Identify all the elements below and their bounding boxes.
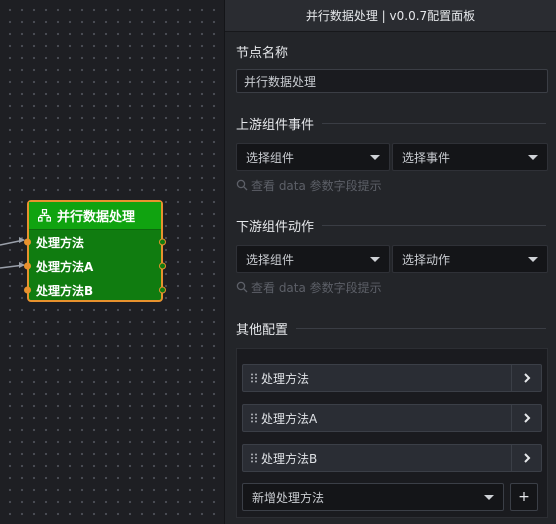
- select-value: 选择组件: [246, 150, 295, 165]
- chevron-down-icon: [370, 257, 380, 262]
- other-config-section-label: 其他配置: [236, 320, 546, 338]
- node-name-input[interactable]: 并行数据处理: [236, 69, 548, 93]
- output-port[interactable]: [159, 238, 166, 246]
- other-config-label-text: 其他配置: [236, 322, 289, 338]
- drag-handle-icon[interactable]: [250, 453, 258, 463]
- method-item[interactable]: 处理方法: [242, 364, 542, 392]
- select-value: 新增处理方法: [252, 490, 325, 505]
- select-value: 选择组件: [246, 252, 295, 267]
- output-port[interactable]: [159, 286, 166, 294]
- section-divider: [322, 224, 546, 226]
- flow-hierarchy-icon: [38, 209, 51, 222]
- node-title: 并行数据处理: [57, 210, 136, 225]
- chevron-down-icon: [528, 257, 538, 262]
- upstream-section-label: 上游组件事件: [236, 115, 546, 133]
- section-divider: [296, 327, 546, 329]
- node-row[interactable]: 处理方法A: [24, 254, 166, 278]
- chevron-down-icon: [484, 495, 494, 500]
- expand-button[interactable]: [511, 445, 541, 471]
- method-name: 处理方法: [261, 371, 310, 386]
- upstream-event-select[interactable]: 选择事件: [392, 143, 548, 171]
- node-row[interactable]: 处理方法: [24, 230, 166, 254]
- downstream-component-select[interactable]: 选择组件: [236, 245, 390, 273]
- downstream-action-select[interactable]: 选择动作: [392, 245, 548, 273]
- drag-handle-icon[interactable]: [250, 373, 258, 383]
- method-name: 处理方法B: [261, 451, 318, 466]
- node-name-label: 节点名称: [236, 46, 289, 61]
- node-row[interactable]: 处理方法B: [24, 278, 166, 302]
- method-item[interactable]: 处理方法A: [242, 404, 542, 432]
- config-panel: 并行数据处理 | v0.0.7配置面板 节点名称 并行数据处理 上游组件事件 选…: [224, 0, 556, 524]
- add-method-select[interactable]: 新增处理方法: [242, 483, 504, 511]
- add-method-button[interactable]: +: [510, 483, 538, 511]
- input-port[interactable]: [24, 262, 31, 270]
- chevron-down-icon: [370, 155, 380, 160]
- search-icon: [236, 179, 248, 191]
- chevron-right-icon: [523, 413, 530, 423]
- output-port[interactable]: [159, 262, 166, 270]
- chevron-right-icon: [523, 453, 530, 463]
- section-divider: [322, 122, 546, 124]
- select-value: 选择动作: [402, 252, 451, 267]
- drag-handle-icon[interactable]: [250, 413, 258, 423]
- chevron-right-icon: [523, 373, 530, 383]
- upstream-label-text: 上游组件事件: [236, 117, 315, 133]
- node-row-label: 处理方法: [36, 235, 85, 250]
- node-row-label: 处理方法B: [36, 283, 94, 298]
- method-item[interactable]: 处理方法B: [242, 444, 542, 472]
- downstream-section-label: 下游组件动作: [236, 217, 546, 235]
- node-header[interactable]: 并行数据处理: [29, 202, 161, 230]
- upstream-component-select[interactable]: 选择组件: [236, 143, 390, 171]
- node-row-label: 处理方法A: [36, 259, 94, 274]
- select-value: 选择事件: [402, 150, 451, 165]
- hint-text: 查看 data 参数字段提示: [251, 280, 382, 295]
- expand-button[interactable]: [511, 365, 541, 391]
- upstream-data-hint[interactable]: 查看 data 参数字段提示: [236, 177, 382, 193]
- search-icon: [236, 281, 248, 293]
- methods-list-box: 处理方法 处理方法A 处理方法B 新增处理方法 +: [236, 348, 548, 518]
- chevron-down-icon: [528, 155, 538, 160]
- input-port[interactable]: [24, 238, 31, 246]
- method-name: 处理方法A: [261, 411, 318, 426]
- input-port[interactable]: [24, 286, 31, 294]
- hint-text: 查看 data 参数字段提示: [251, 178, 382, 193]
- downstream-label-text: 下游组件动作: [236, 219, 315, 235]
- expand-button[interactable]: [511, 405, 541, 431]
- flow-canvas[interactable]: 并行数据处理 处理方法 处理方法A 处理方法B: [0, 0, 224, 524]
- panel-title: 并行数据处理 | v0.0.7配置面板: [225, 0, 556, 32]
- downstream-data-hint[interactable]: 查看 data 参数字段提示: [236, 279, 382, 295]
- parallel-process-node[interactable]: 并行数据处理 处理方法 处理方法A 处理方法B: [24, 200, 166, 302]
